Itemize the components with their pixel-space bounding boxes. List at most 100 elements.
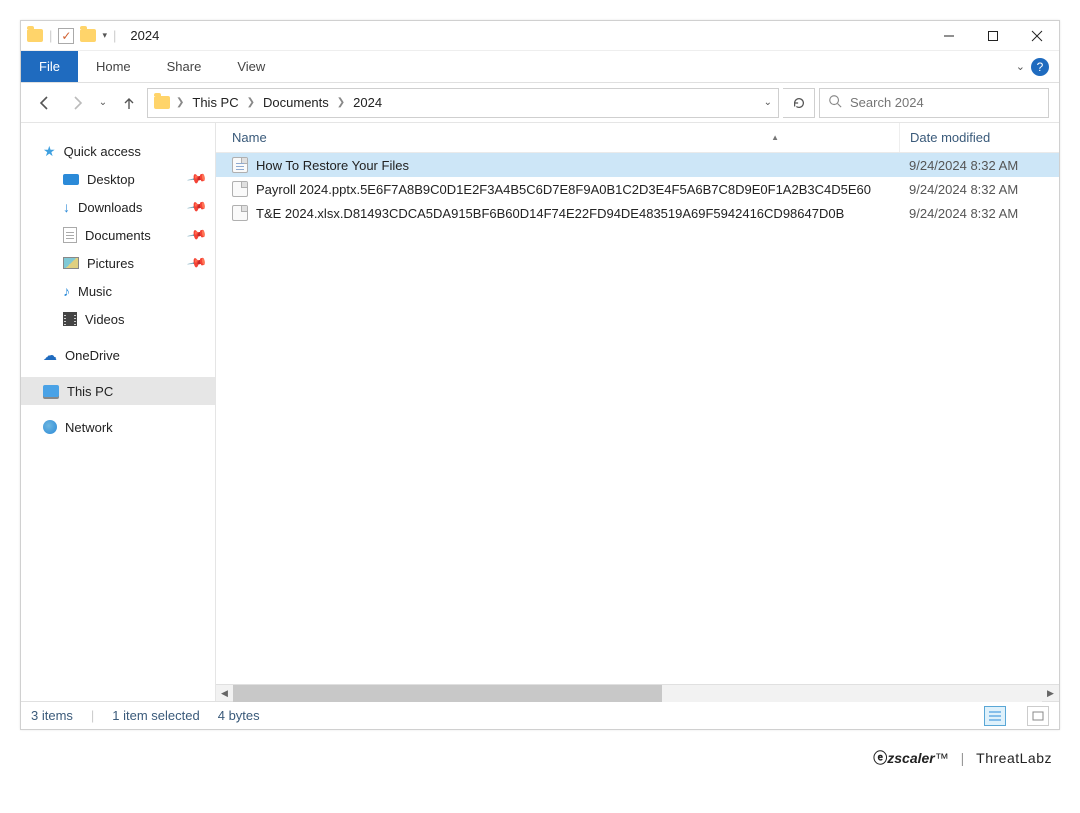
ribbon-tabs: File Home Share View ⌄ ? <box>21 51 1059 83</box>
pin-icon: 📌 <box>186 224 208 246</box>
sidebar-item-label: Quick access <box>64 144 141 159</box>
up-button[interactable] <box>115 89 143 117</box>
window-title: 2024 <box>130 28 159 43</box>
download-icon: ↓ <box>63 199 70 215</box>
pin-icon: 📌 <box>186 252 208 274</box>
column-name[interactable]: Name ▲ <box>216 130 899 145</box>
tab-view[interactable]: View <box>219 51 283 82</box>
network-icon <box>43 420 57 434</box>
star-icon: ★ <box>43 143 56 160</box>
folder-icon <box>154 96 170 109</box>
check-icon: ✓ <box>58 28 74 44</box>
file-name-cell: How To Restore Your Files <box>216 157 899 173</box>
chevron-down-icon[interactable]: ⌄ <box>764 97 772 108</box>
file-row[interactable]: T&E 2024.xlsx.D81493CDCA5DA915BF6B60D14F… <box>216 201 1059 225</box>
search-box[interactable] <box>819 88 1049 118</box>
scroll-left-button[interactable]: ◀ <box>216 685 233 702</box>
status-item-count: 3 items <box>31 708 73 723</box>
search-input[interactable] <box>850 95 1040 110</box>
scroll-right-button[interactable]: ▶ <box>1042 685 1059 702</box>
breadcrumb-this-pc[interactable]: This PC <box>190 95 240 110</box>
pin-icon: 📌 <box>186 196 208 218</box>
forward-button[interactable] <box>63 89 91 117</box>
sidebar-item-label: Documents <box>85 228 151 243</box>
address-bar[interactable]: ❯ This PC ❯ Documents ❯ 2024 ⌄ <box>147 88 779 118</box>
branding: ⓔzscaler™ | ThreatLabz <box>20 730 1060 786</box>
status-bar: 3 items | 1 item selected 4 bytes <box>21 701 1059 729</box>
sidebar-item-desktop[interactable]: Desktop 📌 <box>21 165 215 193</box>
file-row[interactable]: How To Restore Your Files9/24/2024 8:32 … <box>216 153 1059 177</box>
column-headers: Name ▲ Date modified <box>216 123 1059 153</box>
content-area: Name ▲ Date modified How To Restore Your… <box>216 123 1059 701</box>
scroll-track[interactable] <box>233 685 1042 702</box>
sidebar-item-label: Desktop <box>87 172 135 187</box>
sidebar-item-network[interactable]: Network <box>21 413 215 441</box>
breadcrumb-2024[interactable]: 2024 <box>351 95 384 110</box>
file-name: Payroll 2024.pptx.5E6F7A8B9C0D1E2F3A4B5C… <box>256 182 871 197</box>
scroll-thumb[interactable] <box>233 685 662 702</box>
column-date[interactable]: Date modified <box>899 123 1059 152</box>
sidebar-item-label: Downloads <box>78 200 142 215</box>
sidebar: ★ Quick access Desktop 📌 ↓ Downloads 📌 D… <box>21 123 216 701</box>
tab-home[interactable]: Home <box>78 51 149 82</box>
file-row[interactable]: Payroll 2024.pptx.5E6F7A8B9C0D1E2F3A4B5C… <box>216 177 1059 201</box>
cloud-icon: ☁ <box>43 347 57 364</box>
threatlabz-label: ThreatLabz <box>976 750 1052 766</box>
sidebar-item-documents[interactable]: Documents 📌 <box>21 221 215 249</box>
minimize-button[interactable] <box>927 21 971 51</box>
tab-share[interactable]: Share <box>149 51 220 82</box>
file-name-cell: T&E 2024.xlsx.D81493CDCA5DA915BF6B60D14F… <box>216 205 899 221</box>
sidebar-item-pictures[interactable]: Pictures 📌 <box>21 249 215 277</box>
sidebar-item-label: Videos <box>85 312 125 327</box>
pc-icon <box>43 385 59 397</box>
view-details-button[interactable] <box>984 706 1006 726</box>
recent-locations-button[interactable]: ⌄ <box>95 89 111 117</box>
back-button[interactable] <box>31 89 59 117</box>
sidebar-item-label: OneDrive <box>65 348 120 363</box>
sidebar-item-downloads[interactable]: ↓ Downloads 📌 <box>21 193 215 221</box>
pin-icon: 📌 <box>186 168 208 190</box>
status-size: 4 bytes <box>218 708 260 723</box>
status-selected: 1 item selected <box>112 708 199 723</box>
file-name-cell: Payroll 2024.pptx.5E6F7A8B9C0D1E2F3A4B5C… <box>216 181 899 197</box>
sidebar-item-onedrive[interactable]: ☁ OneDrive <box>21 341 215 369</box>
close-button[interactable] <box>1015 21 1059 51</box>
file-date: 9/24/2024 8:32 AM <box>899 206 1059 221</box>
sort-ascending-icon: ▲ <box>771 133 779 142</box>
nav-row: ⌄ ❯ This PC ❯ Documents ❯ 2024 ⌄ <box>21 83 1059 123</box>
tab-file[interactable]: File <box>21 51 78 82</box>
search-icon <box>828 94 842 111</box>
pictures-icon <box>63 257 79 269</box>
document-icon <box>63 227 77 243</box>
file-name: How To Restore Your Files <box>256 158 409 173</box>
sidebar-item-label: This PC <box>67 384 113 399</box>
sidebar-item-label: Network <box>65 420 113 435</box>
file-icon <box>232 205 248 221</box>
sidebar-item-quick-access[interactable]: ★ Quick access <box>21 137 215 165</box>
zscaler-logo: ⓔzscaler™ <box>873 750 948 766</box>
view-large-icons-button[interactable] <box>1027 706 1049 726</box>
folder-icon <box>27 29 43 42</box>
title-bar: | ✓ ▾ | 2024 <box>21 21 1059 51</box>
sidebar-item-label: Music <box>78 284 112 299</box>
body: ★ Quick access Desktop 📌 ↓ Downloads 📌 D… <box>21 123 1059 701</box>
column-date-label: Date modified <box>910 130 990 145</box>
refresh-button[interactable] <box>783 88 815 118</box>
folder-icon <box>80 29 96 42</box>
sidebar-item-videos[interactable]: Videos <box>21 305 215 333</box>
chevron-right-icon: ❯ <box>337 97 345 108</box>
help-button[interactable]: ? <box>1031 58 1049 76</box>
chevron-right-icon: ❯ <box>176 97 184 108</box>
explorer-window: | ✓ ▾ | 2024 File Home Share View ⌄ ? <box>20 20 1060 730</box>
breadcrumb-documents[interactable]: Documents <box>261 95 331 110</box>
file-icon <box>232 181 248 197</box>
video-icon <box>63 312 77 326</box>
sidebar-item-this-pc[interactable]: This PC <box>21 377 215 405</box>
sidebar-item-music[interactable]: ♪ Music <box>21 277 215 305</box>
maximize-button[interactable] <box>971 21 1015 51</box>
horizontal-scrollbar[interactable]: ◀ ▶ <box>216 684 1059 701</box>
chevron-down-icon[interactable]: ⌄ <box>1016 60 1025 73</box>
chevron-right-icon: ❯ <box>247 97 255 108</box>
desktop-icon <box>63 174 79 185</box>
file-name: T&E 2024.xlsx.D81493CDCA5DA915BF6B60D14F… <box>256 206 844 221</box>
